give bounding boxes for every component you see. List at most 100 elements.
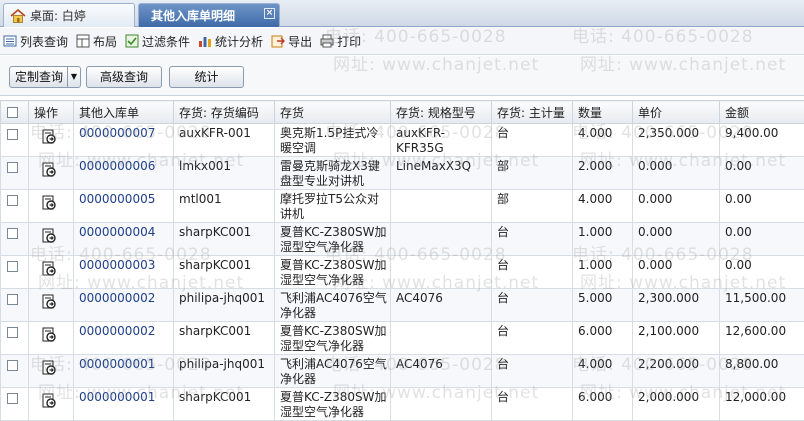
- cell-quantity: 6.000: [572, 387, 633, 421]
- cell-amount: 0.00: [719, 255, 804, 289]
- row-checkbox[interactable]: [0, 354, 29, 388]
- row-checkbox[interactable]: [0, 189, 29, 223]
- export-icon: [271, 34, 286, 48]
- cell-doc-no[interactable]: 0000000003: [73, 255, 174, 289]
- statistics-button[interactable]: 统计: [169, 66, 244, 88]
- cell-item-code: auxKFR-001: [173, 123, 275, 157]
- toolbar-filter[interactable]: 过滤条件: [125, 31, 190, 51]
- open-document-icon[interactable]: [41, 261, 57, 277]
- cell-doc-no[interactable]: 0000000001: [73, 354, 174, 388]
- row-operation[interactable]: [28, 123, 74, 157]
- cell-item-name: 奥克斯1.5P挂式冷暖空调: [274, 123, 391, 157]
- open-document-icon[interactable]: [41, 228, 57, 244]
- table-row[interactable]: 0000000006 lmkx001 雷曼克斯骑龙X3键盘型专业对讲机 LineMax…: [0, 156, 804, 190]
- col-header-item[interactable]: 存货: [274, 100, 391, 124]
- table-row[interactable]: 0000000005 mtl001 摩托罗拉T5公众对讲机 部 4.000 0.000 0.…: [0, 189, 804, 223]
- table-row[interactable]: 0000000001 philipa-jhq001 飞利浦AC4076空气净化器 AC…: [0, 354, 804, 388]
- cell-quantity: 4.000: [572, 354, 633, 388]
- toolbar-layout[interactable]: 布局: [76, 31, 117, 51]
- open-document-icon[interactable]: [41, 195, 57, 211]
- cell-quantity: 2.000: [572, 156, 633, 190]
- open-document-icon[interactable]: [41, 327, 57, 343]
- cell-doc-no[interactable]: 0000000001: [73, 387, 174, 421]
- toolbar-export[interactable]: 导出: [271, 31, 312, 51]
- table-row[interactable]: 0000000001 sharpKC001 夏普KC-Z380SW加湿型空气净化器 台…: [0, 387, 804, 421]
- cell-doc-no[interactable]: 0000000007: [73, 123, 174, 157]
- row-operation[interactable]: [28, 255, 74, 289]
- open-document-icon[interactable]: [41, 162, 57, 178]
- cell-amount: 0.00: [719, 189, 804, 223]
- cell-doc-no[interactable]: 0000000006: [73, 156, 174, 190]
- cell-doc-no[interactable]: 0000000002: [73, 321, 174, 355]
- chevron-down-icon[interactable]: ▼: [67, 67, 80, 87]
- open-document-icon[interactable]: [41, 360, 57, 376]
- chart-icon: [198, 34, 212, 48]
- cell-unit: 部: [491, 156, 573, 190]
- col-header-doc-no[interactable]: 其他入库单: [73, 100, 174, 124]
- open-document-icon[interactable]: [41, 393, 57, 409]
- cell-unit-price: 2,000.000: [632, 387, 720, 421]
- tab-desktop-label: 桌面: 白婷: [30, 9, 86, 23]
- cell-quantity: 5.000: [572, 288, 633, 322]
- toolbar-list-query[interactable]: 列表查询: [3, 31, 68, 51]
- col-header-quantity[interactable]: 数量: [572, 100, 633, 124]
- cell-spec: [390, 321, 492, 355]
- open-document-icon[interactable]: [41, 129, 57, 145]
- tab-other-inbound-detail[interactable]: 其他入库单明细 ×: [138, 3, 280, 27]
- select-all-checkbox[interactable]: [0, 100, 29, 124]
- inbound-detail-table: 操作 其他入库单 存货: 存货编码 存货 存货: 规格型号 存货: 主计量 数量…: [0, 100, 804, 421]
- layout-icon: [76, 34, 90, 48]
- close-icon[interactable]: ×: [264, 8, 275, 19]
- cell-item-name: 飞利浦AC4076空气净化器: [274, 288, 391, 322]
- cell-quantity: 4.000: [572, 189, 633, 223]
- cell-unit-price: 2,100.000: [632, 321, 720, 355]
- toolbar-filter-label: 过滤条件: [142, 34, 191, 49]
- toolbar-print-label: 打印: [337, 34, 362, 49]
- cell-item-name: 夏普KC-Z380SW加湿型空气净化器: [274, 255, 391, 289]
- row-checkbox[interactable]: [0, 222, 29, 256]
- cell-doc-no[interactable]: 0000000004: [73, 222, 174, 256]
- custom-query-button[interactable]: 定制查询 ▼: [9, 66, 81, 88]
- table-row[interactable]: 0000000004 sharpKC001 夏普KC-Z380SW加湿型空气净化器 台…: [0, 222, 804, 256]
- toolbar-print[interactable]: 打印: [320, 31, 361, 51]
- table-row[interactable]: 0000000002 philipa-jhq001 飞利浦AC4076空气净化器 AC…: [0, 288, 804, 322]
- row-checkbox[interactable]: [0, 321, 29, 355]
- row-operation[interactable]: [28, 354, 74, 388]
- col-header-spec[interactable]: 存货: 规格型号: [390, 100, 492, 124]
- col-header-operation[interactable]: 操作: [28, 100, 74, 124]
- cell-spec: LineMaxX3Q: [390, 156, 492, 190]
- cell-spec: [390, 222, 492, 256]
- row-checkbox[interactable]: [0, 387, 29, 421]
- row-checkbox[interactable]: [0, 123, 29, 157]
- table-row[interactable]: 0000000002 sharpKC001 夏普KC-Z380SW加湿型空气净化器 台…: [0, 321, 804, 355]
- row-operation[interactable]: [28, 387, 74, 421]
- table-row[interactable]: 0000000007 auxKFR-001 奥克斯1.5P挂式冷暖空调 auxKFR-…: [0, 123, 804, 157]
- row-operation[interactable]: [28, 156, 74, 190]
- open-document-icon[interactable]: [41, 294, 57, 310]
- toolbar-stat-analysis-label: 统计分析: [215, 34, 264, 49]
- cell-doc-no[interactable]: 0000000005: [73, 189, 174, 223]
- col-header-amount[interactable]: 金额: [719, 100, 804, 124]
- advanced-query-button[interactable]: 高级查询: [86, 66, 162, 88]
- col-header-unit[interactable]: 存货: 主计量: [491, 100, 573, 124]
- cell-doc-no[interactable]: 0000000002: [73, 288, 174, 322]
- table-row[interactable]: 0000000003 sharpKC001 夏普KC-Z380SW加湿型空气净化器 台…: [0, 255, 804, 289]
- cell-spec: AC4076: [390, 354, 492, 388]
- cell-item-code: sharpKC001: [173, 222, 275, 256]
- tab-desktop[interactable]: 桌面: 白婷: [3, 3, 135, 27]
- row-checkbox[interactable]: [0, 255, 29, 289]
- col-header-item-code[interactable]: 存货: 存货编码: [173, 100, 275, 124]
- row-checkbox[interactable]: [0, 156, 29, 190]
- toolbar-stat-analysis[interactable]: 统计分析: [198, 31, 263, 51]
- col-header-unit-price[interactable]: 单价: [632, 100, 720, 124]
- row-operation[interactable]: [28, 288, 74, 322]
- cell-unit: 台: [491, 387, 573, 421]
- cell-unit: 台: [491, 123, 573, 157]
- row-operation[interactable]: [28, 222, 74, 256]
- row-operation[interactable]: [28, 321, 74, 355]
- cell-unit-price: 0.000: [632, 189, 720, 223]
- cell-amount: 11,500.00: [719, 288, 804, 322]
- print-icon: [320, 34, 334, 48]
- row-checkbox[interactable]: [0, 288, 29, 322]
- row-operation[interactable]: [28, 189, 74, 223]
